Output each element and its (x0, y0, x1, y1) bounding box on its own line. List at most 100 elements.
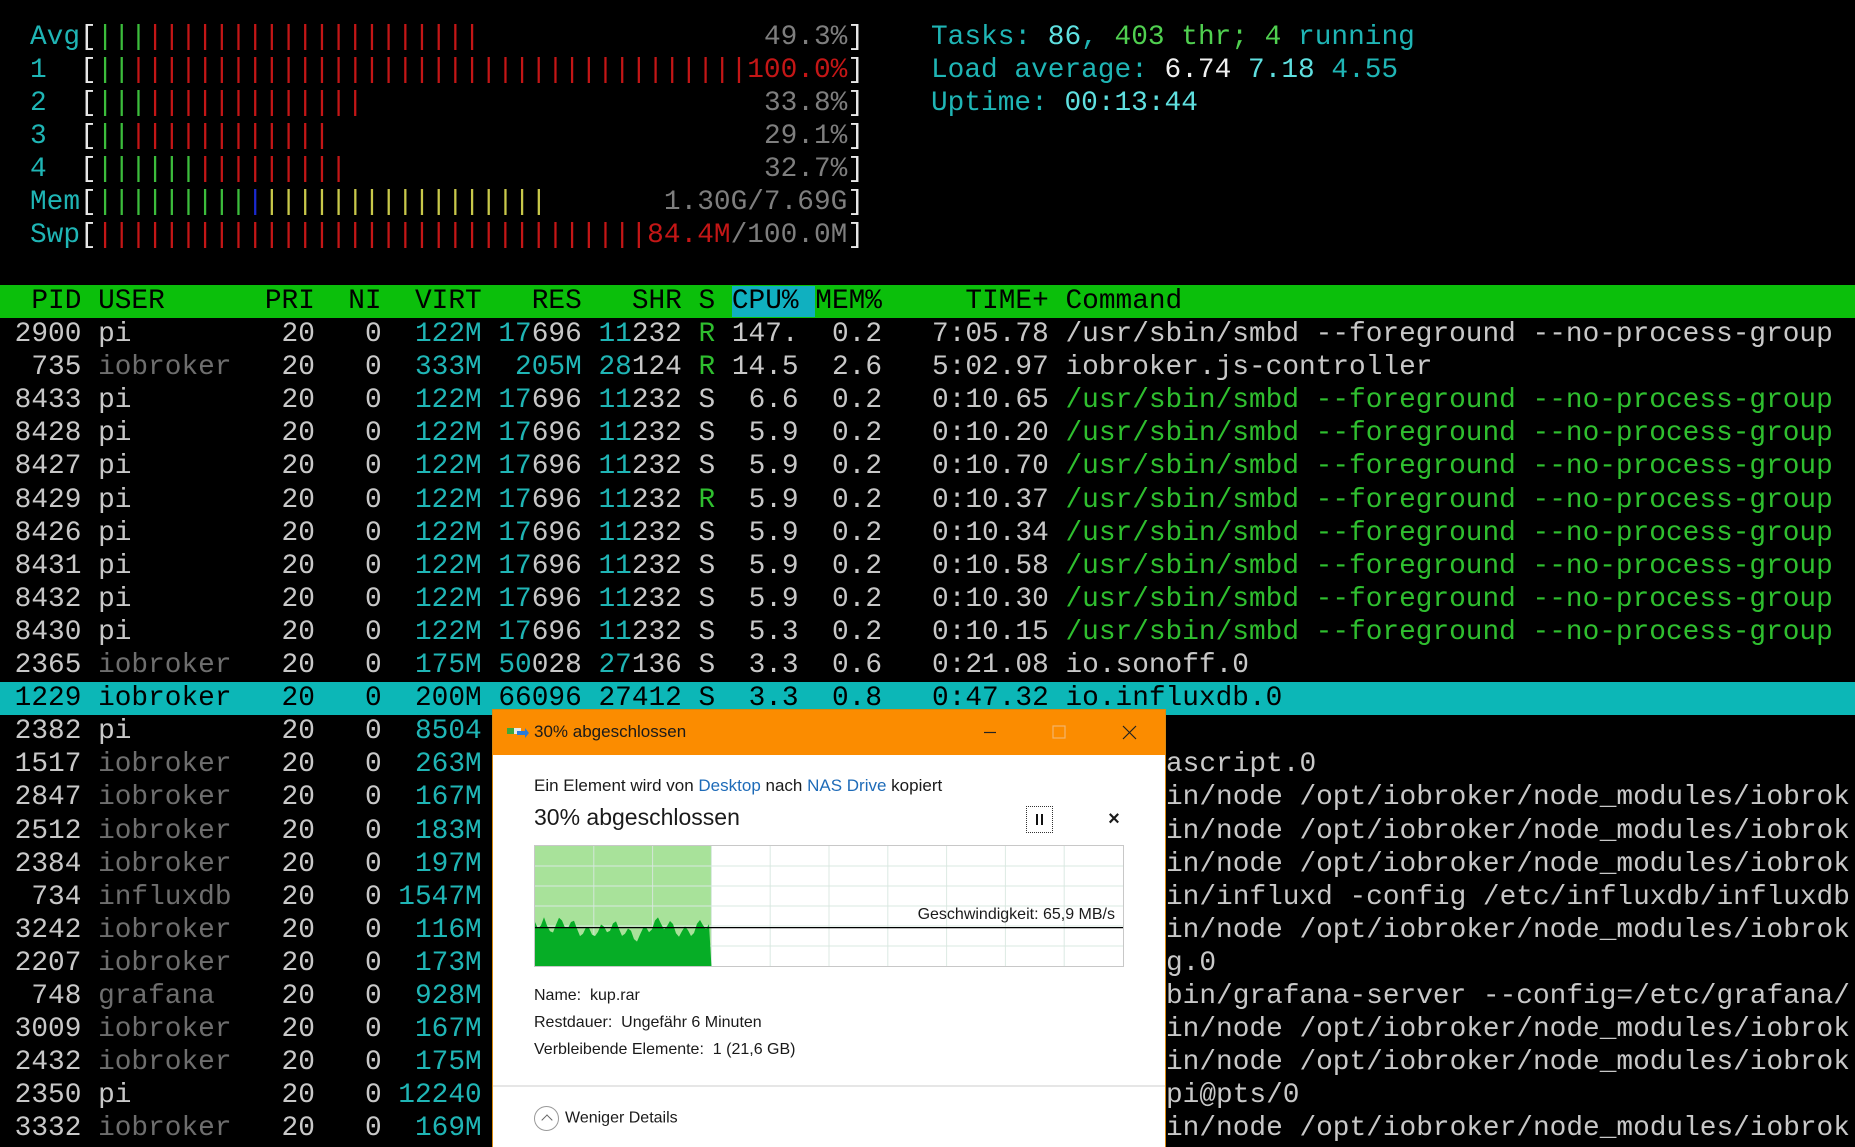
shr: 11232 (598, 418, 682, 450)
meter-1: 1 [||||||||||||||||||||||||||||||||||||||… (30, 54, 864, 87)
process-row[interactable]: 2365 iobroker 20 0 175M 50028 27136 S 3.3 0.6 0:21… (0, 649, 1855, 682)
virt: 200M (414, 683, 482, 715)
destination-link[interactable]: NAS Drive (807, 776, 886, 795)
pid: 2900 (14, 319, 82, 350)
process-row[interactable]: 8432 pi 20 0 122M 17696 11232 S 5.9 0.2 0:10.30/us… (0, 583, 1855, 616)
nice: 0 (364, 352, 382, 384)
cancel-copy-button[interactable]: × (1103, 806, 1125, 832)
meter-4: 4 [||||||||||||||| 32.7%] (30, 153, 864, 186)
process-row[interactable]: 735 iobroker 20 0 333M 205M 28124 R 14.5 2.6 5:02.… (0, 351, 1855, 384)
process-row[interactable]: 8428 pi 20 0 122M 17696 11232 S 5.9 0.2 0:10.20/us… (0, 417, 1855, 450)
bracket: ] (847, 121, 865, 152)
mem-percent: 0.2 (831, 517, 882, 549)
cpu-time: 0:10.37 (932, 484, 1049, 516)
file-name: kup.rar (590, 987, 640, 1004)
mem-percent: 0.2 (831, 484, 882, 516)
priority: 20 (281, 385, 315, 417)
fewer-details-button[interactable]: Weniger Details (534, 1106, 678, 1131)
pid: 1229 (14, 683, 82, 715)
process-row[interactable]: 2900 pi 20 0 122M 17696 11232 R 147. 0.2 7:05.78/u… (0, 318, 1855, 351)
cpu-time: 5:02.97 (932, 352, 1049, 384)
priority: 20 (281, 947, 315, 979)
bracket: [ (80, 88, 97, 119)
close-button[interactable] (1101, 710, 1159, 755)
virt: 122M (414, 550, 482, 582)
shr: 11232 (598, 385, 682, 417)
pid: 2512 (14, 815, 82, 847)
col-ni[interactable]: NI (315, 285, 381, 318)
load-1: 6.74 (1164, 55, 1232, 86)
col-virt[interactable]: VIRT (382, 285, 482, 318)
priority: 20 (281, 352, 315, 384)
process-row[interactable]: 8433 pi 20 0 122M 17696 11232 S 6.6 0.2 0:10.65/us… (0, 384, 1855, 417)
process-row[interactable]: 8430 pi 20 0 122M 17696 11232 S 5.3 0.2 0:10.15/us… (0, 616, 1855, 649)
command-visible-part: ascript.0 (1166, 749, 1317, 781)
virt: 122M (414, 319, 482, 350)
col-state[interactable]: S (682, 285, 716, 318)
meter-bar: ||||||||||||||||||||||||||||||||||||||| 1… (97, 54, 848, 87)
process-row[interactable]: 8431 pi 20 0 122M 17696 11232 S 5.9 0.2 0:10.58/us… (0, 550, 1855, 583)
bracket: ] (847, 187, 865, 218)
col-pri[interactable]: PRI (248, 285, 315, 318)
process-row[interactable]: 8427 pi 20 0 122M 17696 11232 S 5.9 0.2 0:10.70/us… (0, 450, 1855, 483)
col-cpu-sorted[interactable]: CPU% (715, 285, 816, 318)
command-visible-part: in/node /opt/iobroker/node_modules/iobro… (1166, 1014, 1850, 1046)
cpu-time: 0:10.30 (932, 583, 1049, 615)
meter-fill: ||||||||||||||||||||||||||||||||| (97, 220, 647, 251)
meter-segment-red: ||||||||| (196, 154, 347, 185)
nice: 0 (364, 418, 382, 450)
user: iobroker (98, 848, 232, 880)
user: pi (98, 517, 132, 549)
col-command[interactable]: Command (1065, 285, 1182, 318)
pid: 8429 (14, 484, 82, 516)
priority: 20 (281, 616, 315, 648)
command: /usr/sbin/smbd --foreground --no-process… (1065, 418, 1833, 450)
pid: 2365 (14, 650, 82, 681)
col-pid[interactable]: PID (0, 285, 81, 318)
meter-fill: |||||||||||||||| (97, 88, 364, 119)
running-count: 4 (1264, 22, 1282, 53)
col-user[interactable]: USER (98, 285, 248, 318)
user: pi (98, 1080, 132, 1112)
col-shr[interactable]: SHR (582, 285, 682, 318)
items-remaining: 1 (21,6 GB) (712, 1041, 796, 1058)
command-visible-part: in/node /opt/iobroker/node_modules/iobro… (1166, 914, 1850, 946)
priority: 20 (281, 1080, 315, 1112)
res: 17696 (498, 583, 582, 615)
meter-segment-green: ||| (96, 88, 147, 119)
process-row[interactable]: 8429 pi 20 0 122M 17696 11232 R 5.9 0.2 0:10.37/us… (0, 484, 1855, 517)
nice: 0 (364, 881, 382, 913)
mem-percent: 0.2 (831, 385, 882, 417)
virt: 183M (414, 815, 482, 847)
cpu-percent: 5.9 (748, 484, 799, 516)
nice: 0 (364, 981, 382, 1012)
virt: 175M (414, 650, 482, 681)
user: grafana (98, 981, 215, 1012)
col-mem[interactable]: MEM% (799, 285, 882, 318)
minimize-button[interactable] (961, 710, 1019, 755)
col-res[interactable]: RES (482, 285, 582, 318)
meter-value: 100.0% (747, 55, 848, 86)
cpu-percent: 5.9 (748, 418, 799, 450)
pause-button[interactable] (1026, 806, 1053, 833)
pid: 3332 (14, 1113, 82, 1145)
col-time[interactable]: TIME+ (882, 285, 1048, 318)
meter-bar: |||||||||||||| 29.1% (97, 120, 848, 153)
meter-fill: |||||||||||||| (97, 121, 331, 152)
shr: 28124 (598, 352, 682, 384)
meter-value: 49.3% (763, 22, 848, 53)
cpu-time: 0:10.15 (932, 616, 1049, 648)
process-row[interactable]: 8426 pi 20 0 122M 17696 11232 S 5.9 0.2 0:10.34/us… (0, 517, 1855, 550)
priority: 20 (281, 716, 315, 748)
nice: 0 (364, 583, 382, 615)
nice: 0 (364, 947, 382, 979)
dialog-titlebar[interactable]: 30% abgeschlossen (493, 710, 1165, 755)
shr: 11232 (598, 550, 682, 582)
source-link[interactable]: Desktop (698, 776, 760, 795)
res: 17696 (498, 418, 582, 450)
dialog-title: 30% abgeschlossen (534, 722, 687, 741)
nice: 0 (364, 914, 382, 946)
meter-fill: ||||||||||||||||||||||| (97, 22, 481, 53)
progress-heading: 30% abgeschlossen (534, 804, 740, 830)
nice: 0 (364, 1113, 382, 1145)
